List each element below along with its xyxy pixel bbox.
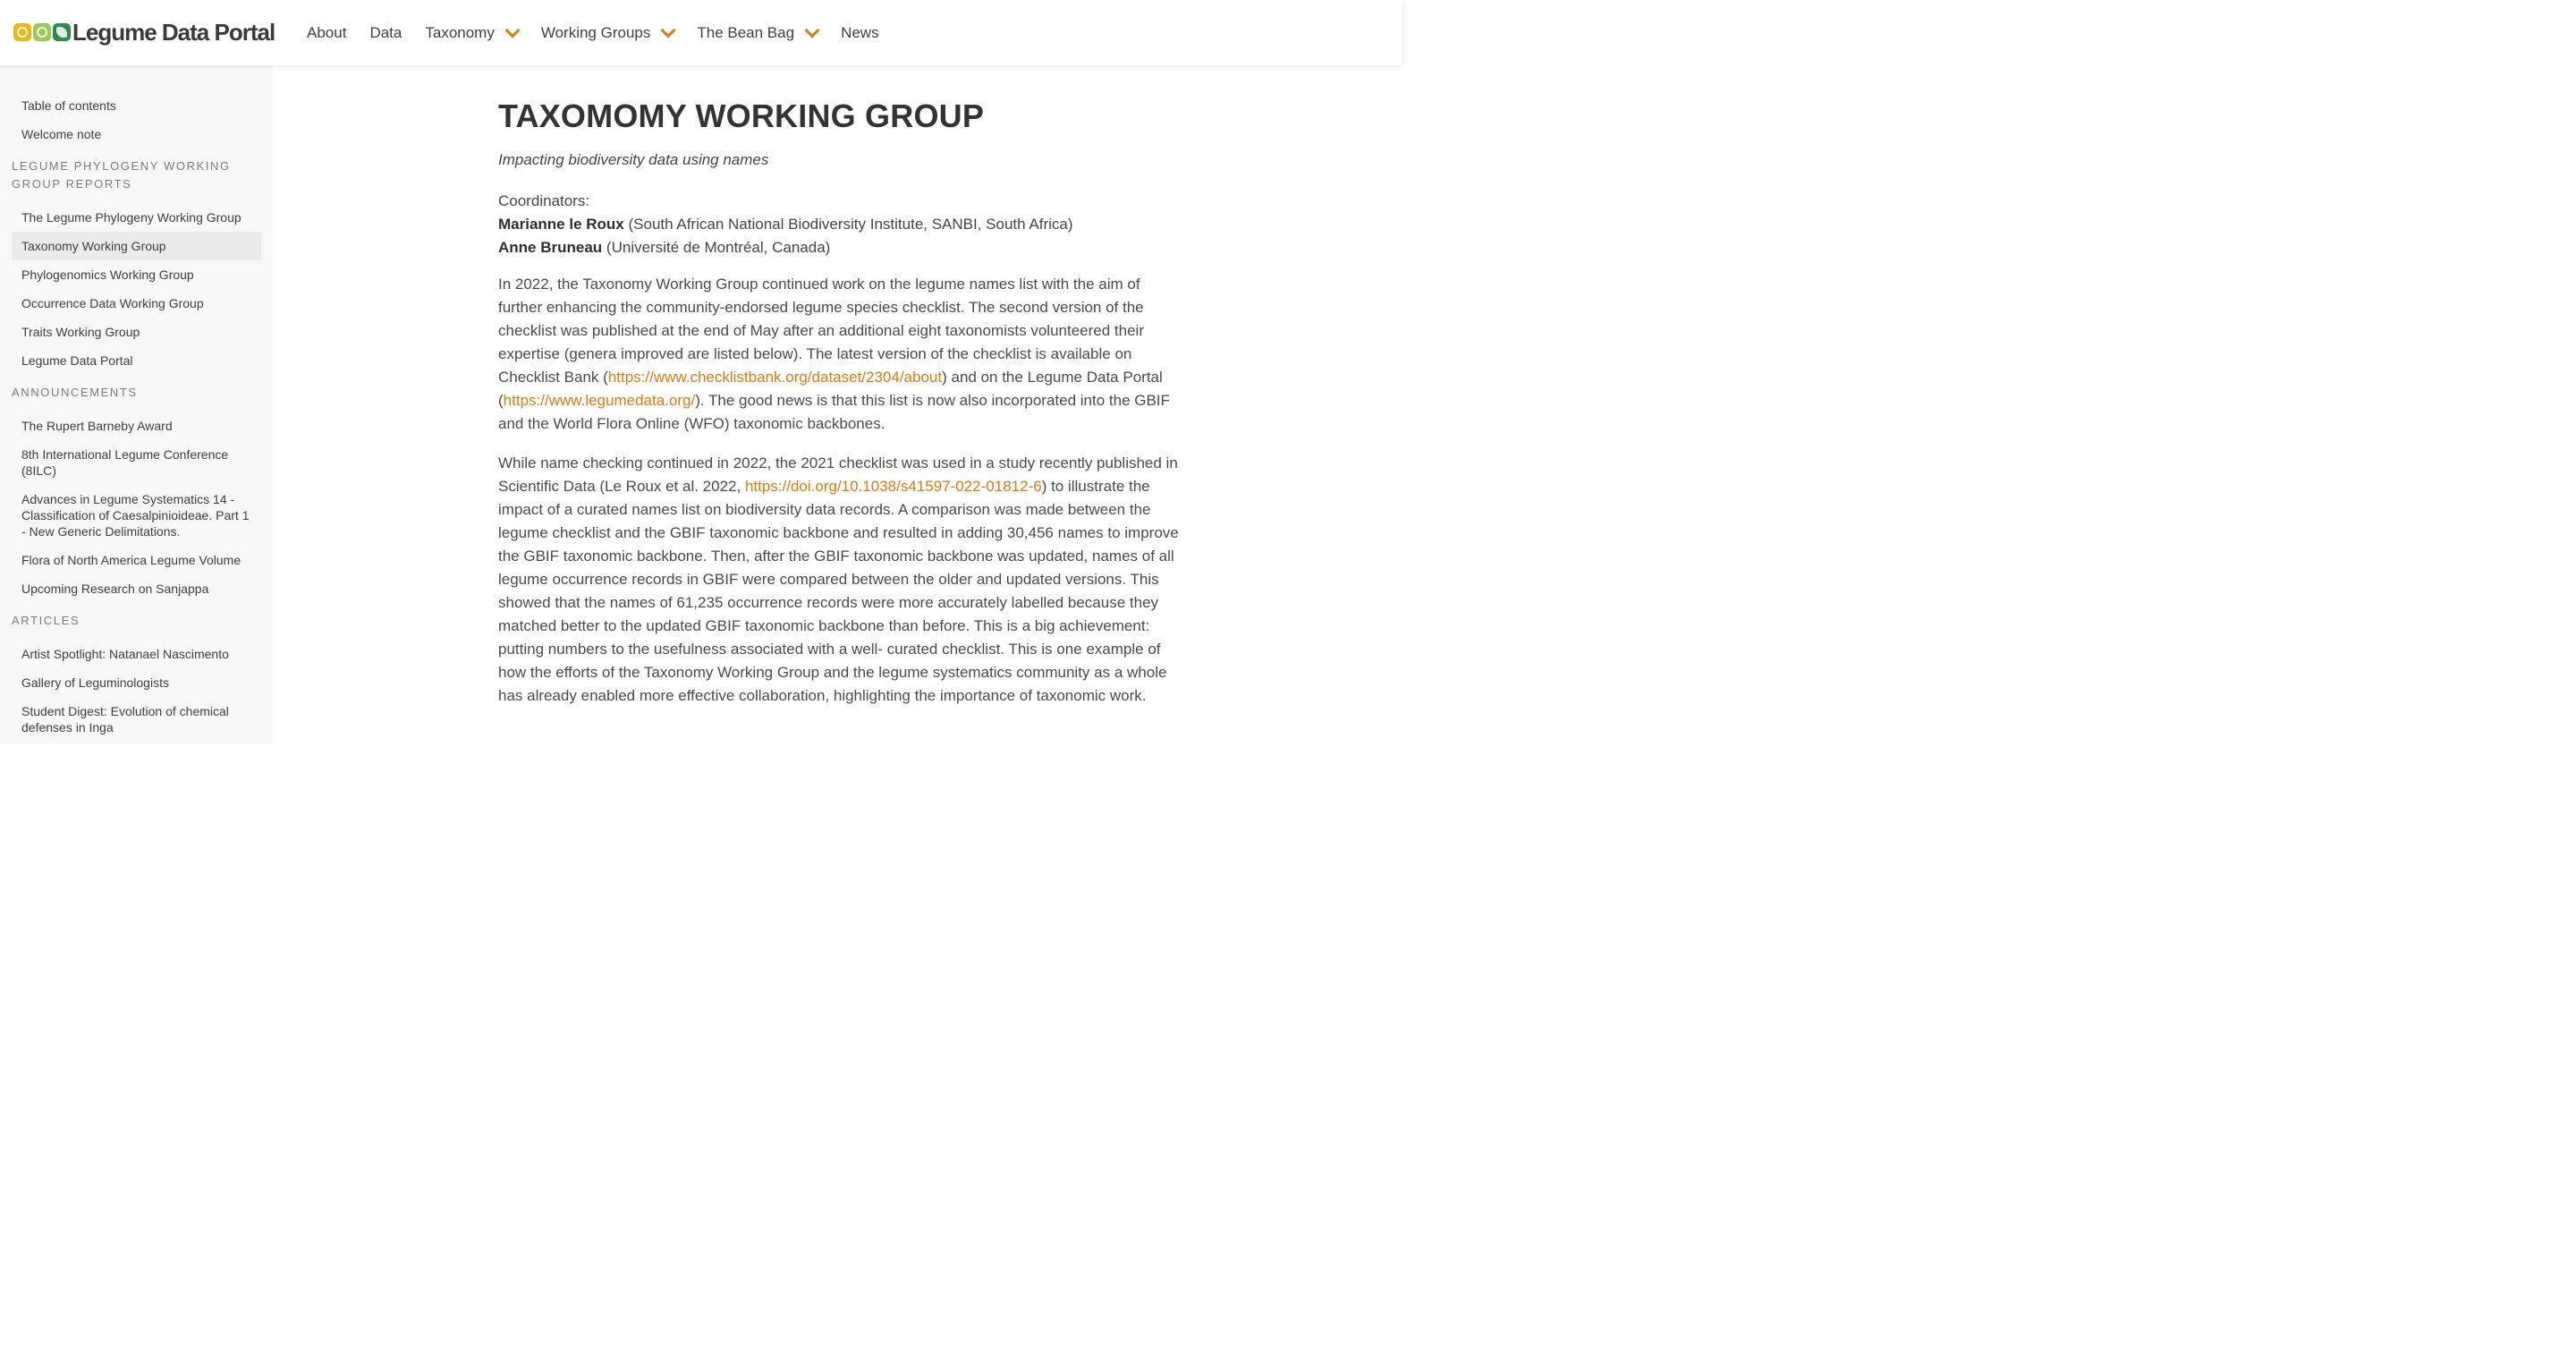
sidebar-item-upcoming-research-sanjappa[interactable]: Upcoming Research on Sanjappa xyxy=(12,578,261,599)
chevron-down-icon xyxy=(660,22,676,38)
sidebar-item-8ilc[interactable]: 8th International Legume Conference (8IL… xyxy=(12,444,261,481)
nav-data-label: Data xyxy=(369,23,402,41)
coordinator-affiliation: (South African National Biodiversity Ins… xyxy=(628,216,1073,233)
sidebar-item-student-digest[interactable]: Student Digest: Evolution of chemical de… xyxy=(12,700,261,738)
sidebar-item-legume-data-portal[interactable]: Legume Data Portal xyxy=(12,350,261,371)
checklistbank-link[interactable]: https://www.checklistbank.org/dataset/23… xyxy=(608,369,942,386)
sidebar-section-heading: LEGUME PHYLOGENY WORKING GROUP REPORTS xyxy=(12,159,231,191)
top-navbar: Legume Data Portal About Data Taxonomy W… xyxy=(0,0,1402,65)
sidebar-item-table-of-contents[interactable]: Table of contents xyxy=(12,95,261,116)
paragraph-text: ) to illustrate the impact of a curated … xyxy=(498,478,1179,704)
nav-taxonomy[interactable]: Taxonomy xyxy=(413,22,529,42)
logo-icon xyxy=(13,23,71,41)
sidebar-section-heading: ANNOUNCEMENTS xyxy=(12,386,138,399)
paragraph-2: While name checking continued in 2022, t… xyxy=(498,452,1180,708)
nav-working-groups[interactable]: Working Groups xyxy=(530,22,686,42)
site-logo[interactable]: Legume Data Portal xyxy=(13,18,275,47)
coordinators-block: Coordinators: Marianne le Roux (South Af… xyxy=(498,190,1073,259)
sidebar-item-phylogenomics-wg[interactable]: Phylogenomics Working Group xyxy=(12,264,261,285)
coordinator-name: Marianne le Roux xyxy=(498,216,624,233)
page-title: TAXOMOMY WORKING GROUP xyxy=(498,98,985,134)
nav-bean-bag-label: The Bean Bag xyxy=(697,23,795,41)
coordinator-row: Anne Bruneau (Université de Montréal, Ca… xyxy=(498,236,1073,259)
coordinators-label: Coordinators: xyxy=(498,192,590,209)
sidebar-item-legume-phylogeny-wg[interactable]: The Legume Phylogeny Working Group xyxy=(12,207,261,228)
nav-news[interactable]: News xyxy=(829,24,891,42)
nav-taxonomy-label: Taxonomy xyxy=(425,23,495,41)
legumedata-link[interactable]: https://www.legumedata.org/ xyxy=(504,392,696,409)
coordinator-affiliation: (Université de Montréal, Canada) xyxy=(606,239,831,256)
coordinator-name: Anne Bruneau xyxy=(498,239,603,256)
nav-about[interactable]: About xyxy=(295,24,358,42)
sidebar-item-advances-legume-systematics[interactable]: Advances in Legume Systematics 14 - Clas… xyxy=(12,488,261,542)
sidebar-item-artist-spotlight[interactable]: Artist Spotlight: Natanael Nascimento xyxy=(12,643,261,665)
sidebar-toc: Table of contents Welcome note LEGUME PH… xyxy=(0,65,273,744)
paragraph-1: In 2022, the Taxonomy Working Group cont… xyxy=(498,273,1180,436)
sidebar-item-rupert-barneby-award[interactable]: The Rupert Barneby Award xyxy=(12,415,261,437)
doi-link[interactable]: https://doi.org/10.1038/s41597-022-01812… xyxy=(745,478,1042,495)
sidebar-item-welcome-note[interactable]: Welcome note xyxy=(12,123,261,145)
sidebar-section-heading: ARTICLES xyxy=(12,614,80,627)
nav-working-groups-label: Working Groups xyxy=(540,23,651,41)
nav-about-label: About xyxy=(307,23,347,41)
sidebar-item-occurrence-data-wg[interactable]: Occurrence Data Working Group xyxy=(12,293,261,314)
nav-news-label: News xyxy=(841,23,879,41)
nav-bean-bag[interactable]: The Bean Bag xyxy=(685,22,829,42)
logo-text: Legume Data Portal xyxy=(72,18,275,46)
sidebar-item-flora-north-america[interactable]: Flora of North America Legume Volume xyxy=(12,549,261,571)
page-subtitle: Impacting biodiversity data using names xyxy=(498,151,769,168)
coordinator-row: Marianne le Roux (South African National… xyxy=(498,213,1073,236)
chevron-down-icon xyxy=(804,22,820,38)
nav-data[interactable]: Data xyxy=(358,24,413,42)
sidebar-item-gallery-leguminologists[interactable]: Gallery of Leguminologists xyxy=(12,672,261,693)
main-nav: About Data Taxonomy Working Groups The B… xyxy=(295,0,891,65)
sidebar-item-traits-wg[interactable]: Traits Working Group xyxy=(12,321,261,343)
chevron-down-icon xyxy=(504,22,521,38)
